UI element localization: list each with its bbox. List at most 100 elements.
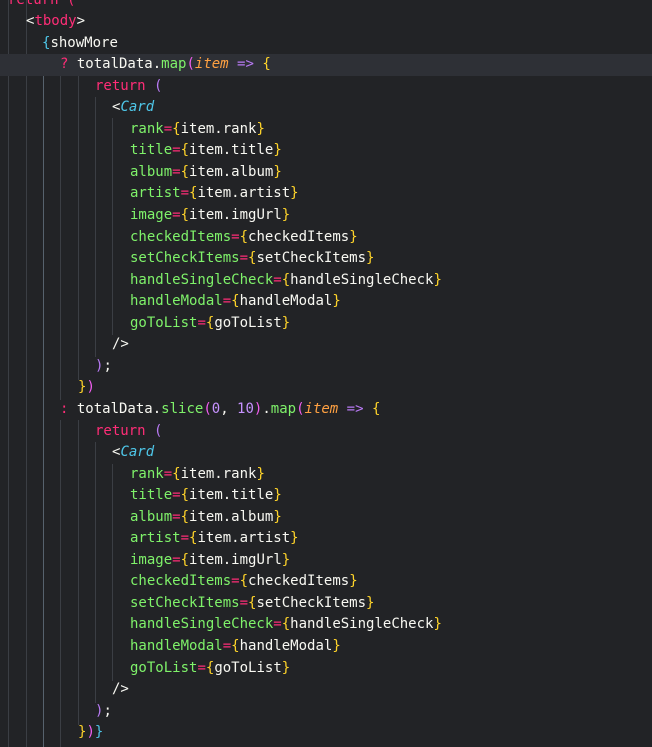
code-line[interactable]: handleSingleCheck={handleSingleCheck}	[0, 270, 652, 292]
code-token: =	[172, 207, 181, 223]
code-line-text: image={item.imgUrl}	[130, 550, 290, 572]
code-line[interactable]: })	[0, 377, 652, 399]
code-token: handleModal	[239, 293, 333, 310]
code-token: checkedItems	[248, 573, 350, 590]
code-line[interactable]: />	[0, 679, 652, 701]
code-line[interactable]: <tbody>	[0, 11, 652, 33]
code-line-text: {showMore	[42, 33, 118, 55]
code-token: return (	[8, 0, 75, 8]
code-line[interactable]: <Card	[0, 97, 652, 119]
code-token: {	[180, 551, 190, 568]
code-token: artist	[130, 185, 181, 202]
code-line[interactable]: handleModal={handleModal}	[0, 636, 652, 658]
code-line[interactable]: setCheckItems={setCheckItems}	[0, 593, 652, 615]
code-token: map	[161, 56, 187, 73]
code-line[interactable]: artist={item.artist}	[0, 528, 652, 550]
code-token: goToList	[214, 314, 282, 331]
code-token: {	[180, 142, 190, 159]
code-token: handleModal	[130, 638, 223, 654]
code-line[interactable]: title={item.title}	[0, 140, 652, 162]
code-token: }	[290, 530, 299, 547]
code-token: (	[203, 400, 212, 417]
code-line[interactable]: })}	[0, 722, 652, 744]
code-line[interactable]: album={item.album}	[0, 507, 652, 529]
code-token: }	[433, 616, 442, 633]
code-token: showMore	[50, 34, 118, 51]
code-line[interactable]: return (	[0, 421, 652, 443]
code-line-text: <Card	[112, 97, 154, 119]
code-line-text: return (	[95, 421, 162, 443]
code-line-text: })}	[78, 722, 103, 744]
code-line-text: <Card	[112, 442, 154, 464]
code-line[interactable]: ? totalData.map(item => {	[0, 54, 652, 76]
code-token: goToList	[214, 659, 282, 676]
code-line[interactable]: : totalData.slice(0, 10).map(item => {	[0, 399, 652, 421]
code-line-text: : totalData.slice(0, 10).map(item => {	[60, 399, 380, 421]
code-token: ?	[60, 56, 77, 73]
code-token: map	[270, 400, 297, 417]
code-token: }	[332, 638, 341, 654]
code-line-text: artist={item.artist}	[130, 528, 299, 550]
code-line[interactable]: );	[0, 356, 652, 378]
code-line[interactable]: <Card	[0, 442, 652, 464]
code-line[interactable]: album={item.album}	[0, 162, 652, 184]
code-line[interactable]: handleModal={handleModal}	[0, 291, 652, 313]
code-token: =	[172, 508, 181, 525]
code-line-text: );	[95, 356, 112, 378]
code-token: item.rank	[180, 465, 257, 482]
code-token: item	[304, 400, 339, 417]
code-token: =	[222, 293, 232, 310]
code-token: )	[86, 724, 95, 741]
code-line[interactable]: title={item.title}	[0, 485, 652, 507]
code-token: setCheckItems	[256, 250, 367, 267]
code-line[interactable]: />	[0, 334, 652, 356]
code-line[interactable]: );	[0, 701, 652, 723]
code-token: item.title	[189, 142, 274, 159]
code-line-text: <tbody>	[26, 11, 85, 33]
code-token: title	[130, 142, 173, 159]
code-line[interactable]: artist={item.artist}	[0, 183, 652, 205]
code-token: {	[180, 487, 190, 504]
code-token: }	[273, 487, 282, 504]
code-line-text: setCheckItems={setCheckItems}	[130, 593, 374, 615]
code-token: setCheckItems	[256, 594, 367, 611]
code-line[interactable]: return (	[0, 76, 652, 98]
code-token: }	[281, 207, 291, 223]
code-token: {	[231, 638, 240, 654]
code-token: ,	[220, 400, 238, 417]
code-token: {	[172, 465, 181, 482]
code-line[interactable]: setCheckItems={setCheckItems}	[0, 248, 652, 270]
code-line-text: setCheckItems={setCheckItems}	[130, 248, 374, 270]
code-token: }	[281, 551, 291, 568]
code-line[interactable]: image={item.imgUrl}	[0, 205, 652, 227]
code-line[interactable]: goToList={goToList}	[0, 658, 652, 680]
code-token: }	[366, 250, 375, 267]
code-line-text: );	[95, 701, 112, 723]
code-line[interactable]: goToList={goToList}	[0, 313, 652, 335]
code-token: {	[239, 228, 249, 245]
code-token: }	[433, 271, 442, 288]
code-line-text: })	[78, 377, 95, 399]
code-line[interactable]: rank={item.rank}	[0, 119, 652, 141]
code-token: image	[130, 551, 173, 568]
code-token: tbody	[34, 13, 77, 30]
code-token: (	[296, 400, 305, 417]
code-line[interactable]: image={item.imgUrl}	[0, 550, 652, 572]
code-line[interactable]: checkedItems={checkedItems}	[0, 571, 652, 593]
code-token: 10	[237, 400, 254, 417]
code-line[interactable]: handleSingleCheck={handleSingleCheck}	[0, 614, 652, 636]
code-line[interactable]: checkedItems={checkedItems}	[0, 227, 652, 249]
code-token: =	[273, 271, 282, 288]
code-line-text: title={item.title}	[130, 485, 282, 507]
code-token: item.imgUrl	[189, 551, 282, 568]
code-line-text: return (	[8, 0, 75, 11]
code-line[interactable]: {showMore	[0, 33, 652, 55]
code-line-text: handleModal={handleModal}	[130, 636, 341, 658]
code-token: artist	[130, 530, 181, 547]
code-line-text: handleModal={handleModal}	[130, 291, 341, 313]
code-line[interactable]: rank={item.rank}	[0, 464, 652, 486]
code-token: checkedItems	[248, 228, 350, 245]
code-token: )	[86, 379, 95, 396]
code-editor[interactable]: return (<tbody>{showMore? totalData.map(…	[0, 0, 652, 747]
code-line[interactable]: return (	[0, 0, 652, 11]
